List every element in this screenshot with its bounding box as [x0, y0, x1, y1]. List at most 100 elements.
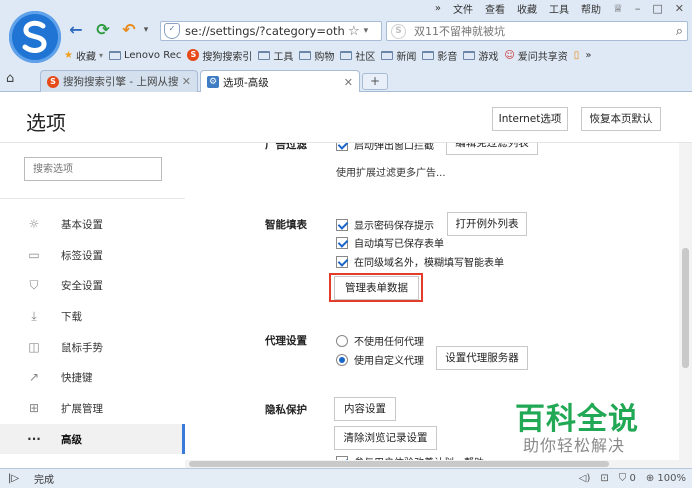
- bookmark-label: 工具: [273, 51, 294, 63]
- new-tab-button[interactable]: +: [362, 73, 388, 90]
- menu-expand-icon[interactable]: »: [435, 3, 441, 14]
- tab-bar: ⌂ S 搜狗搜索引擎 - 上网从搜 ✕ ⚙ 选项-高级 ✕ +: [0, 68, 692, 93]
- home-icon[interactable]: ⌂: [6, 71, 14, 86]
- zoom-icon[interactable]: ⊕ 100%: [646, 473, 686, 484]
- no-proxy-radio[interactable]: [336, 334, 348, 347]
- shield-icon[interactable]: ⛉ 0: [619, 473, 636, 484]
- horizontal-scrollbar[interactable]: [185, 460, 679, 468]
- bookmark-label: Lenovo Rec: [123, 49, 182, 61]
- tab-settings-advanced[interactable]: ⚙ 选项-高级 ✕: [200, 70, 360, 93]
- menu-tools[interactable]: 工具: [549, 1, 569, 16]
- back-icon[interactable]: ←: [66, 20, 86, 40]
- bookmark-label: 购物: [314, 51, 335, 63]
- bookmark-news[interactable]: 新闻: [381, 48, 416, 63]
- bookmark-lenovo[interactable]: Lenovo Rec: [108, 49, 182, 61]
- lock-icon[interactable]: ⊡: [600, 473, 608, 484]
- close-window-button[interactable]: ✕: [675, 2, 684, 15]
- bookmark-media[interactable]: 影音: [422, 48, 457, 63]
- restore-defaults-button[interactable]: 恢复本页默认: [581, 107, 661, 131]
- proxy-label: 代理设置: [265, 335, 307, 347]
- edit-whitelist-button[interactable]: 编辑免过滤列表: [446, 143, 538, 155]
- sidebar-item-label: 鼠标手势: [61, 341, 103, 354]
- popup-block-row[interactable]: 启动弹出窗口拦截: [336, 143, 434, 152]
- autofill-saved-row[interactable]: 自动填写已保存表单: [336, 235, 444, 250]
- search-input[interactable]: [414, 24, 676, 38]
- fuzzy-fill-checkbox[interactable]: [336, 255, 348, 268]
- vertical-scrollbar[interactable]: [679, 143, 692, 468]
- speaker-icon[interactable]: ◁): [579, 473, 591, 484]
- popup-block-checkbox[interactable]: [336, 143, 348, 151]
- search-engine-icon[interactable]: S: [391, 23, 406, 39]
- address-dropdown-icon[interactable]: ▾: [364, 26, 369, 36]
- sidebar-item-basic[interactable]: ☼ 基本设置: [0, 209, 185, 239]
- sidebar-item-label: 基本设置: [61, 218, 103, 231]
- favorites-dropdown-icon: ▾: [98, 50, 103, 60]
- minimize-button[interactable]: –: [635, 2, 641, 15]
- skin-icon[interactable]: ♕: [613, 2, 623, 15]
- page-title: 选项: [26, 111, 66, 135]
- sidebar-toggle-icon[interactable]: |▷: [8, 473, 22, 484]
- bookmarks-more-icon[interactable]: »: [585, 50, 591, 61]
- bookmark-sogou[interactable]: S 搜狗搜索引: [187, 48, 252, 63]
- tab-label: 选项-高级: [223, 76, 269, 89]
- sidebar-item-security[interactable]: ⛉ 安全设置: [0, 270, 185, 300]
- sidebar-item-download[interactable]: ⤓ 下载: [0, 301, 185, 331]
- password-prompt-row[interactable]: 显示密码保存提示: [336, 217, 434, 232]
- sidebar-item-advanced[interactable]: ··· 高级: [0, 424, 185, 454]
- clear-history-settings-button[interactable]: 清除浏览记录设置: [334, 426, 437, 450]
- no-proxy-row[interactable]: 不使用任何代理: [336, 333, 424, 348]
- bookmark-label: 社区: [355, 51, 376, 63]
- refresh-icon[interactable]: ⟳: [93, 20, 113, 40]
- set-proxy-server-button[interactable]: 设置代理服务器: [436, 346, 528, 370]
- settings-search-input[interactable]: [24, 157, 162, 181]
- sidebar-item-mouse-gestures[interactable]: ◫ 鼠标手势: [0, 332, 185, 362]
- bookmark-tools[interactable]: 工具: [258, 48, 293, 63]
- bookmark-label: 游戏: [478, 51, 499, 63]
- scrollbar-thumb[interactable]: [189, 461, 609, 467]
- fuzzy-fill-row[interactable]: 在同级域名外，模糊填写智能表单: [336, 254, 504, 269]
- scrollbar-thumb[interactable]: [682, 248, 689, 368]
- open-exceptions-button[interactable]: 打开例外列表: [447, 212, 527, 236]
- close-tab-icon[interactable]: ✕: [182, 75, 191, 88]
- status-bar: |▷ 完成 ◁) ⊡ ⛉ 0 ⊕ 100%: [0, 468, 692, 488]
- window-menu: » 文件 查看 收藏 工具 帮助 ♕ – □ ✕: [435, 1, 684, 16]
- bookmark-community[interactable]: 社区: [340, 48, 375, 63]
- bookmark-games[interactable]: 游戏: [463, 48, 498, 63]
- privacy-label: 隐私保护: [265, 404, 307, 416]
- shield-icon: ⛉: [29, 278, 39, 292]
- sidebar-item-shortcuts[interactable]: ↗ 快捷键: [0, 362, 185, 392]
- menu-view[interactable]: 查看: [485, 1, 505, 16]
- autofill-saved-checkbox[interactable]: [336, 236, 348, 249]
- close-tab-icon[interactable]: ✕: [344, 76, 353, 89]
- address-bar[interactable]: ✓ se://settings/?category=oth ☆ ▾: [160, 21, 382, 41]
- menu-favorites[interactable]: 收藏: [517, 1, 537, 16]
- maximize-button[interactable]: □: [652, 2, 662, 15]
- sidebar-item-extensions[interactable]: ⊞ 扩展管理: [0, 393, 185, 423]
- bookmark-page-icon[interactable]: ▯: [574, 50, 580, 61]
- search-icon[interactable]: ⌕: [676, 24, 683, 39]
- address-input[interactable]: se://settings/?category=oth: [185, 24, 347, 38]
- no-proxy-label: 不使用任何代理: [354, 337, 424, 348]
- settings-gear-icon: ⚙: [207, 76, 219, 88]
- extension-filter-note[interactable]: 使用扩展过滤更多广告...: [336, 164, 446, 179]
- custom-proxy-row[interactable]: 使用自定义代理: [336, 352, 424, 367]
- password-prompt-checkbox[interactable]: [336, 218, 348, 231]
- sidebar-item-label: 高级: [61, 433, 82, 446]
- custom-proxy-radio[interactable]: [336, 353, 348, 366]
- menu-help[interactable]: 帮助: [581, 1, 601, 16]
- internet-options-button[interactable]: Internet选项: [492, 107, 568, 131]
- bookmark-star-icon[interactable]: ☆: [348, 24, 360, 39]
- bookmark-iask[interactable]: ☺ 爱问共享资: [504, 48, 567, 63]
- search-box[interactable]: S ⌕: [386, 21, 688, 41]
- content-settings-button[interactable]: 内容设置: [334, 397, 396, 421]
- bookmark-favorites[interactable]: ★ 收藏 ▾: [64, 48, 103, 63]
- undo-dropdown-icon[interactable]: ▾: [136, 20, 156, 40]
- tab-sogou-search[interactable]: S 搜狗搜索引擎 - 上网从搜 ✕: [40, 70, 198, 92]
- menu-file[interactable]: 文件: [453, 1, 473, 16]
- settings-sidebar: ☼ 基本设置 ▭ 标签设置 ⛉ 安全设置 ⤓ 下载 ◫ 鼠标手势 ↗ 快捷键 ⊞…: [0, 143, 185, 468]
- bookmark-shopping[interactable]: 购物: [299, 48, 334, 63]
- settings-page: 选项 Internet选项 恢复本页默认 ☼ 基本设置 ▭ 标签设置 ⛉ 安全设…: [0, 92, 692, 468]
- folder-icon: [108, 50, 121, 60]
- sogou-icon: S: [47, 75, 59, 88]
- sidebar-item-tabs[interactable]: ▭ 标签设置: [0, 240, 185, 270]
